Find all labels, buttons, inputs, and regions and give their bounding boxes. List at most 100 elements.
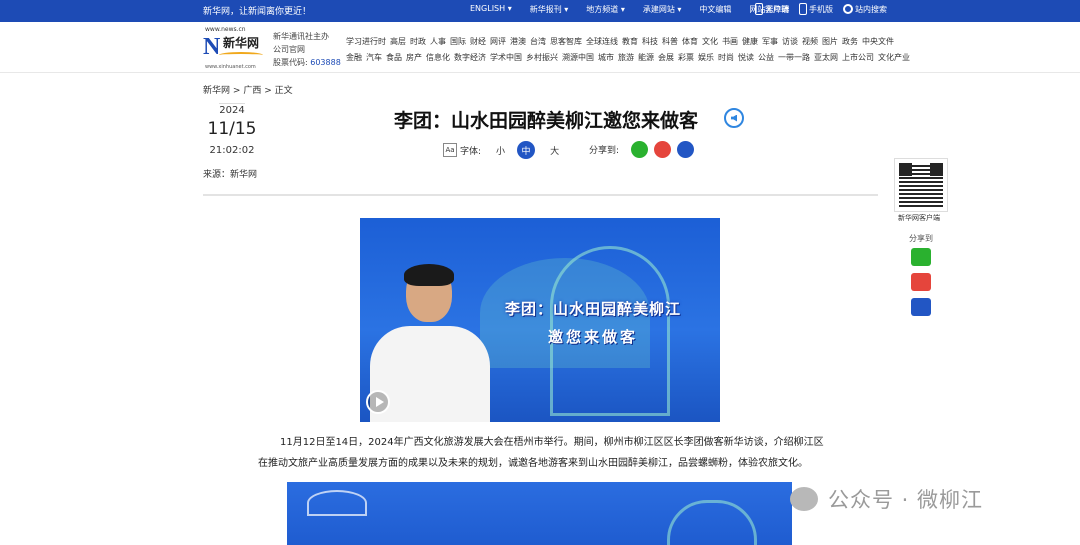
- channel-nav-item[interactable]: 溯源中国: [562, 50, 594, 66]
- channel-nav-item[interactable]: 体育: [682, 34, 698, 50]
- channel-nav-item[interactable]: 文化产业: [878, 50, 910, 66]
- font-label: 字体:: [460, 146, 482, 157]
- logo-english: www.xinhuanet.com: [205, 64, 256, 70]
- rail-mobile-icon[interactable]: [911, 298, 931, 316]
- channel-nav-item[interactable]: 能源: [638, 50, 654, 66]
- mobile-site-label: 手机版: [809, 4, 833, 14]
- organization-info: 新华通讯社主办 公司官网 股票代码: 603888: [273, 30, 341, 69]
- channel-nav-item[interactable]: 时政: [410, 34, 426, 50]
- channel-nav-item[interactable]: 娱乐: [698, 50, 714, 66]
- logo-letter: N: [203, 34, 220, 60]
- channel-nav-item[interactable]: 时尚: [718, 50, 734, 66]
- channel-nav-item[interactable]: 亚太网: [814, 50, 838, 66]
- channel-nav-item[interactable]: 信息化: [426, 50, 450, 66]
- qr-caption: 新华网客户端: [898, 214, 940, 222]
- article-title: 李团：山水田园醉美柳江邀您来做客: [394, 110, 699, 132]
- article-image-2: [287, 482, 792, 545]
- channel-nav-item[interactable]: 学术中国: [490, 50, 522, 66]
- channel-nav-item[interactable]: 访谈: [782, 34, 798, 50]
- font-medium-button[interactable]: 中: [517, 141, 536, 159]
- channel-nav-item[interactable]: 网评: [490, 34, 506, 50]
- channel-nav-item[interactable]: 台湾: [530, 34, 546, 50]
- channel-nav-item[interactable]: 图片: [822, 34, 838, 50]
- breadcrumb-current: 正文: [274, 86, 293, 96]
- logo-swoosh-icon: [219, 52, 263, 58]
- article-paragraph: 11月12日至14日，2024年广西文化旅游发展大会在梧州市举行。期间，柳州市柳…: [258, 432, 828, 474]
- channel-nav-item[interactable]: 会展: [658, 50, 674, 66]
- paragraph-line-1: 11月12日至14日，2024年广西文化旅游发展大会在梧州市举行。期间，柳州市柳…: [280, 437, 824, 448]
- channel-nav-item[interactable]: 人事: [430, 34, 446, 50]
- channel-nav-item[interactable]: 中央文件: [862, 34, 894, 50]
- article-source: 来源：新华网: [203, 170, 258, 180]
- rail-weibo-icon[interactable]: [911, 273, 931, 291]
- mobile-site-link[interactable]: 手机版: [799, 3, 833, 15]
- channel-nav-item[interactable]: 科普: [662, 34, 678, 50]
- breadcrumb-separator: >: [232, 86, 241, 96]
- event-badge-icon: [307, 490, 367, 516]
- channel-nav-item[interactable]: 港澳: [510, 34, 526, 50]
- site-search-label: 站内搜索: [855, 4, 887, 14]
- channel-nav-item[interactable]: 高层: [390, 34, 406, 50]
- channel-nav-row-2: 金融 汽车 食品 房产 信息化 数字经济 学术中国 乡村振兴 溯源中国 城市 旅游 能源 会展 彩票 娱乐时…: [346, 50, 910, 66]
- channel-nav-item[interactable]: 科技: [642, 34, 658, 50]
- link-local-channels[interactable]: 地方频道 ▾: [586, 4, 625, 15]
- stock-label: 股票代码:: [273, 58, 308, 67]
- channel-nav-item[interactable]: 彩票: [678, 50, 694, 66]
- channel-nav-item[interactable]: 财经: [470, 34, 486, 50]
- speaker-icon[interactable]: [724, 108, 744, 128]
- channel-nav-item[interactable]: 旅游: [618, 50, 634, 66]
- channel-nav-item[interactable]: 公益: [758, 50, 774, 66]
- font-small-button[interactable]: 小: [496, 144, 505, 157]
- channel-nav-item[interactable]: 思客智库: [550, 34, 582, 50]
- breadcrumb-home[interactable]: 新华网: [203, 86, 230, 96]
- arch-decoration: [667, 500, 757, 545]
- app-qr-code: [894, 158, 948, 212]
- xinhua-logo[interactable]: www.news.cn N 新华网 www.xinhuanet.com: [203, 26, 267, 70]
- link-english[interactable]: ENGLISH ▾: [470, 4, 512, 15]
- channel-nav-item[interactable]: 教育: [622, 34, 638, 50]
- channel-nav-item[interactable]: 军事: [762, 34, 778, 50]
- article-video[interactable]: 李团：山水田园醉美柳江 邀您来做客: [360, 218, 720, 422]
- stock-code[interactable]: 603888: [310, 58, 341, 67]
- site-search-button[interactable]: 站内搜索: [843, 3, 887, 15]
- breadcrumb-region[interactable]: 广西: [243, 86, 261, 96]
- video-title: 李团：山水田园醉美柳江: [504, 300, 681, 318]
- channel-nav-item[interactable]: 书画: [722, 34, 738, 50]
- weibo-share-icon[interactable]: [654, 141, 672, 158]
- mobile-share-icon[interactable]: [677, 141, 695, 158]
- channel-nav-item[interactable]: 金融: [346, 50, 362, 66]
- channel-nav-item[interactable]: 乡村振兴: [526, 50, 558, 66]
- share-label: 分享到:: [589, 146, 620, 156]
- channel-nav-item[interactable]: 全球连线: [586, 34, 618, 50]
- play-icon[interactable]: [366, 390, 390, 414]
- watermark-text: 公众号 · 微柳江: [828, 488, 984, 512]
- client-app-link[interactable]: 客户端: [755, 3, 789, 15]
- channel-nav-item[interactable]: 数字经济: [454, 50, 486, 66]
- rail-wechat-icon[interactable]: [911, 248, 931, 266]
- channel-nav-item[interactable]: 城市: [598, 50, 614, 66]
- site-slogan: 新华网，让新闻离你更近！: [203, 7, 312, 17]
- channel-nav-item[interactable]: 一带一路: [778, 50, 810, 66]
- channel-nav-item[interactable]: 文化: [702, 34, 718, 50]
- channel-nav-item[interactable]: 房产: [406, 50, 422, 66]
- wechat-share-icon[interactable]: [631, 141, 649, 158]
- wechat-watermark: 公众号 · 微柳江: [790, 484, 983, 514]
- channel-nav-item[interactable]: 国际: [450, 34, 466, 50]
- channel-nav-item[interactable]: 食品: [386, 50, 402, 66]
- font-large-button[interactable]: 大: [550, 144, 559, 157]
- channel-nav-item[interactable]: 学习进行时: [346, 34, 386, 50]
- channel-nav-item[interactable]: 上市公司: [842, 50, 874, 66]
- paragraph-line-2: 在推动文旅产业高质量发展方面的成果以及未来的规划，诚邀各地游客来到山水田园醉美柳…: [258, 458, 808, 469]
- link-hosted-sites[interactable]: 承建网站 ▾: [643, 4, 682, 15]
- channel-nav-item[interactable]: 悦读: [738, 50, 754, 66]
- breadcrumb: 新华网 > 广西 > 正文: [203, 83, 293, 96]
- publish-date: 2024 11/15 21:02:02: [203, 102, 261, 156]
- logo-chinese: 新华网: [223, 36, 260, 50]
- channel-nav-item[interactable]: 视频: [802, 34, 818, 50]
- link-newspapers[interactable]: 新华报刊 ▾: [530, 4, 569, 15]
- wechat-official-icon: [790, 487, 818, 511]
- channel-nav-item[interactable]: 政务: [842, 34, 858, 50]
- channel-nav-item[interactable]: 健康: [742, 34, 758, 50]
- channel-nav-item[interactable]: 汽车: [366, 50, 382, 66]
- link-chinese-editor[interactable]: 中文编辑: [699, 4, 731, 15]
